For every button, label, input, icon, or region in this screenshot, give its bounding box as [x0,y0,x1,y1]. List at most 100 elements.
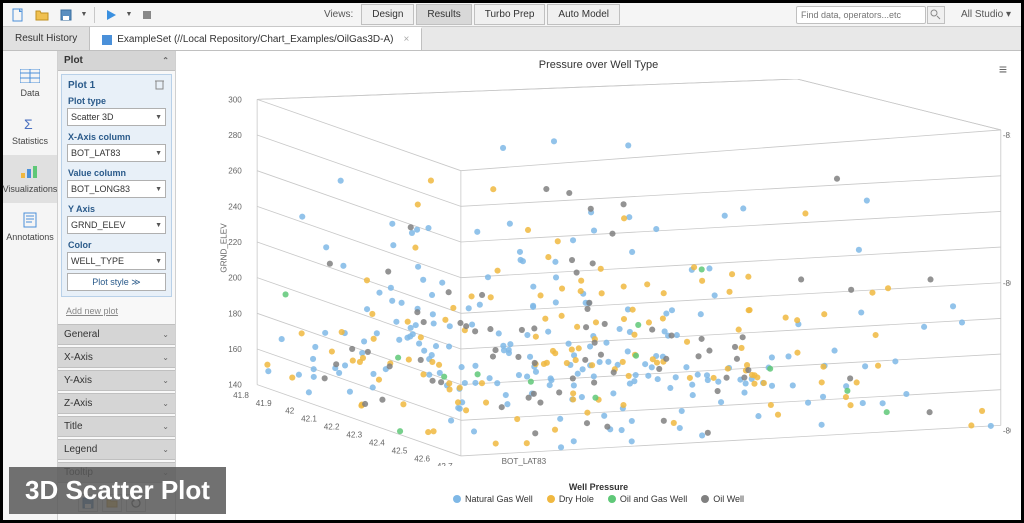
note-icon [18,211,42,229]
view-tab-results[interactable]: Results [416,4,471,25]
nav-label: Data [20,88,39,98]
section-xaxis[interactable]: X-Axis⌄ [58,347,175,368]
chart-icon [18,163,42,181]
section-general[interactable]: General⌄ [58,324,175,345]
view-tab-automodel[interactable]: Auto Model [547,4,620,25]
plot-type-select[interactable]: Scatter 3D▼ [67,108,166,126]
plot-type-label: Plot type [64,93,169,107]
nav-statistics[interactable]: Σ Statistics [3,107,57,155]
run-icon[interactable] [100,5,122,25]
close-icon[interactable]: × [403,34,409,45]
legend-item[interactable]: Oil Well [701,494,744,504]
run-dropdown-icon[interactable]: ▼ [124,11,134,18]
value-label: Value column [64,165,169,179]
svg-text:280: 280 [228,131,242,140]
tab-label: ExampleSet (//Local Repository/Chart_Exa… [117,34,393,45]
chevron-down-icon: ▼ [155,258,162,265]
svg-text:300: 300 [228,95,242,104]
legend: Well Pressure Natural Gas Well Dry Hole Oi… [176,482,1021,504]
search-input[interactable] [796,6,926,24]
save-icon[interactable] [55,5,77,25]
legend-label: Natural Gas Well [465,494,533,504]
chart-title: Pressure over Well Type [176,51,1021,73]
svg-text:41.9: 41.9 [256,399,272,408]
svg-text:42.7: 42.7 [437,462,453,466]
svg-text:240: 240 [228,202,242,211]
expand-icon: ⌄ [162,399,169,408]
nav-annotations[interactable]: Annotations [3,203,57,251]
expand-icon: ⌄ [162,422,169,431]
expand-icon: ⌄ [162,353,169,362]
tab-result-history[interactable]: Result History [3,27,90,50]
tab-exampleset[interactable]: ExampleSet (//Local Repository/Chart_Exa… [90,27,422,50]
plot-header[interactable]: Plot⌃ [58,51,175,71]
chevron-down-icon: ▼ [155,114,162,121]
legend-title: Well Pressure [569,482,628,492]
plot-style-button[interactable]: Plot style ≫ [67,273,166,291]
svg-text:180: 180 [228,309,242,318]
open-folder-icon[interactable] [31,5,53,25]
stop-icon[interactable] [136,5,158,25]
collapse-icon[interactable]: ⌃ [162,56,169,65]
legend-dot-icon [547,495,555,503]
color-select[interactable]: WELL_TYPE▼ [67,252,166,270]
legend-label: Dry Hole [559,494,594,504]
svg-text:42.5: 42.5 [392,446,408,455]
value-select[interactable]: BOT_LONG83▼ [67,180,166,198]
svg-text:260: 260 [228,167,242,176]
svg-text:42.1: 42.1 [301,415,317,424]
table-icon [18,67,42,85]
view-tab-turboprep[interactable]: Turbo Prep [474,4,546,25]
legend-item[interactable]: Dry Hole [547,494,594,504]
top-toolbar: ▼ ▼ Views: Design Results Turbo Prep Aut… [3,3,1021,27]
expand-icon: ⌄ [162,330,169,339]
svg-text:42.2: 42.2 [324,423,340,432]
section-legend[interactable]: Legend⌄ [58,439,175,460]
views-label: Views: [324,9,353,20]
search-icon[interactable] [927,6,945,24]
nav-visualizations[interactable]: Visualizations [3,155,57,203]
svg-text:42.3: 42.3 [346,430,362,439]
scatter3d-chart[interactable]: 140160180200220240260280300 GRND_ELEV 41… [196,79,1011,466]
xaxis-label: X-Axis column [64,129,169,143]
svg-text:42: 42 [285,407,295,416]
xaxis-select[interactable]: BOT_LAT83▼ [67,144,166,162]
chart-area: Pressure over Well Type ≡ [176,51,1021,520]
chevron-down-icon: ▼ [155,150,162,157]
nav-label: Visualizations [3,184,58,194]
svg-text:-81: -81 [1003,131,1011,140]
yaxis-label: Y Axis [64,201,169,215]
chevron-down-icon: ▼ [155,222,162,229]
studio-dropdown[interactable]: All Studio ▾ [955,6,1017,23]
legend-dot-icon [701,495,709,503]
legend-item[interactable]: Natural Gas Well [453,494,533,504]
yaxis-select[interactable]: GRND_ELEV▼ [67,216,166,234]
legend-dot-icon [453,495,461,503]
expand-icon: ⌄ [162,376,169,385]
section-zaxis[interactable]: Z-Axis⌄ [58,393,175,414]
chart-menu-icon[interactable]: ≡ [999,61,1007,77]
legend-label: Oil Well [713,494,744,504]
legend-dot-icon [608,495,616,503]
section-yaxis[interactable]: Y-Axis⌄ [58,370,175,391]
svg-text:Σ: Σ [24,116,33,132]
left-nav: Data Σ Statistics Visualizations Annotat… [3,51,58,520]
nav-label: Annotations [6,232,54,242]
config-panel: Plot⌃ Plot 1 Plot type Scatter 3D▼ X-Axi… [58,51,176,520]
save-dropdown-icon[interactable]: ▼ [79,11,89,18]
view-tab-design[interactable]: Design [361,4,414,25]
legend-item[interactable]: Oil and Gas Well [608,494,687,504]
svg-text:-80.5: -80.5 [1003,279,1011,288]
delete-plot-icon[interactable] [155,79,165,91]
svg-text:140: 140 [228,381,242,390]
svg-text:200: 200 [228,274,242,283]
chevron-down-icon: ▼ [155,186,162,193]
section-title[interactable]: Title⌄ [58,416,175,437]
svg-text:-80: -80 [1003,427,1011,436]
color-label: Color [64,237,169,251]
z-axis-label: GRND_ELEV [220,223,229,273]
new-file-icon[interactable] [7,5,29,25]
add-plot-link[interactable]: Add new plot [58,300,175,322]
svg-text:160: 160 [228,345,242,354]
nav-data[interactable]: Data [3,59,57,107]
